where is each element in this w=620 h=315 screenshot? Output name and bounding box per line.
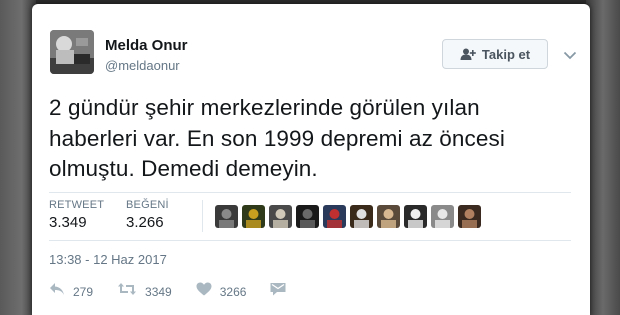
retweet-icon [117, 282, 137, 301]
like-label: BEĞENİ [126, 199, 169, 211]
tweet-timestamp[interactable]: 13:38 - 12 Haz 2017 [49, 252, 167, 267]
liker-avatar[interactable] [458, 205, 481, 228]
tweet-card: Melda Onur @meldaonur Takip et 2 gündür … [32, 4, 590, 315]
background-left [0, 0, 36, 315]
tweet-actions: 279 3349 3266 [49, 282, 310, 301]
like-action-count: 3266 [219, 284, 247, 299]
retweet-label: RETWEET [49, 199, 105, 211]
background-right [586, 0, 620, 315]
retweet-button[interactable]: 3349 [117, 282, 172, 301]
divider [49, 192, 571, 193]
stat-separator [202, 200, 203, 232]
like-count: 3.266 [126, 214, 164, 231]
retweet-count: 3.349 [49, 214, 87, 231]
follow-button[interactable]: Takip et [442, 39, 548, 69]
liker-avatar[interactable] [377, 205, 400, 228]
like-stat[interactable]: BEĞENİ 3.266 [126, 199, 169, 231]
liker-avatar[interactable] [215, 205, 238, 228]
follow-user-icon [460, 48, 476, 60]
liker-avatar[interactable] [431, 205, 454, 228]
liker-avatar[interactable] [404, 205, 427, 228]
direct-message-icon [270, 282, 286, 301]
follow-button-label: Takip et [481, 46, 531, 62]
tweet-line: 2 gündür şehir merkezlerinde görülen yıl… [49, 95, 480, 120]
reply-count: 279 [73, 284, 94, 299]
liker-avatar[interactable] [269, 205, 292, 228]
user-handle[interactable]: @meldaonur [105, 58, 180, 73]
liker-avatar[interactable] [296, 205, 319, 228]
retweet-stat[interactable]: RETWEET 3.349 [49, 199, 104, 231]
liker-avatar[interactable] [323, 205, 346, 228]
reply-icon [49, 282, 65, 301]
tweet-line: haberleri var. En son 1999 depremi az ön… [49, 125, 505, 151]
chevron-down-icon[interactable] [563, 47, 577, 65]
retweet-action-count: 3349 [145, 284, 172, 299]
like-button[interactable]: 3266 [196, 282, 247, 301]
divider [49, 240, 571, 241]
liker-avatar[interactable] [242, 205, 265, 228]
liker-avatar[interactable] [350, 205, 373, 228]
tweet-text: 2 gündür şehir merkezlerinde görülen yıl… [49, 93, 569, 185]
reply-button[interactable]: 279 [49, 282, 93, 301]
user-name[interactable]: Melda Onur [105, 37, 188, 54]
tweet-line: olmuştu. Demedi demeyin. [49, 156, 318, 181]
heart-icon [196, 282, 212, 301]
direct-message-button[interactable] [270, 282, 286, 301]
likers-avatars [215, 205, 481, 228]
avatar[interactable] [50, 30, 94, 74]
